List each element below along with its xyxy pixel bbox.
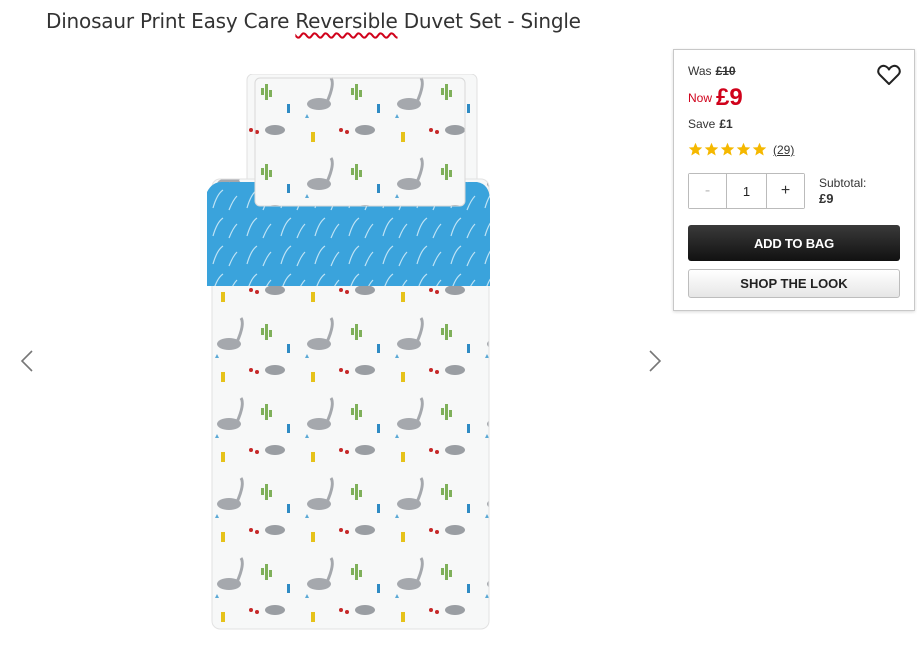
was-price: £10 xyxy=(715,64,736,78)
save-amount: £1 xyxy=(719,117,733,131)
product-title: Dinosaur Print Easy Care Reversible Duve… xyxy=(46,9,581,33)
was-price-row: Was £10 xyxy=(688,64,736,78)
was-label: Was xyxy=(688,64,712,78)
quantity-decrease-button[interactable]: - xyxy=(689,174,727,208)
rating-stars[interactable]: (29) xyxy=(688,142,794,157)
now-label: Now xyxy=(688,91,713,105)
star-icon xyxy=(704,142,719,156)
chevron-left-icon xyxy=(20,350,33,372)
chevron-right-icon xyxy=(649,350,662,372)
reviews-count-link[interactable]: (29) xyxy=(773,143,794,157)
save-row: Save £1 xyxy=(688,117,733,131)
title-part-misspelled: Reversible xyxy=(295,9,398,33)
subtotal: Subtotal: £9 xyxy=(819,176,866,206)
save-label: Save xyxy=(688,117,716,131)
add-to-bag-button[interactable]: ADD TO BAG xyxy=(688,225,900,261)
title-part-1: Dinosaur Print Easy Care xyxy=(46,9,296,33)
shop-the-look-button[interactable]: SHOP THE LOOK xyxy=(688,269,900,298)
star-icon xyxy=(688,142,703,156)
gallery-next-button[interactable] xyxy=(643,346,667,376)
now-price-row: Now £9 xyxy=(688,84,743,112)
product-image xyxy=(207,74,490,630)
star-icon xyxy=(736,142,751,156)
subtotal-label: Subtotal: xyxy=(819,176,867,190)
purchase-panel: Was£10 Now£9 Save£1 (29) - + Subtotal: £… xyxy=(673,49,915,311)
quantity-input[interactable] xyxy=(727,174,766,208)
star-icon xyxy=(752,142,767,156)
wishlist-heart-icon[interactable] xyxy=(877,64,901,86)
now-price: £9 xyxy=(716,84,743,111)
subtotal-value: £9 xyxy=(819,191,834,206)
star-icon xyxy=(720,142,735,156)
title-part-2: Duvet Set - Single xyxy=(397,9,581,33)
quantity-stepper: - + xyxy=(688,173,805,209)
quantity-increase-button[interactable]: + xyxy=(766,174,804,208)
gallery-prev-button[interactable] xyxy=(15,346,39,376)
